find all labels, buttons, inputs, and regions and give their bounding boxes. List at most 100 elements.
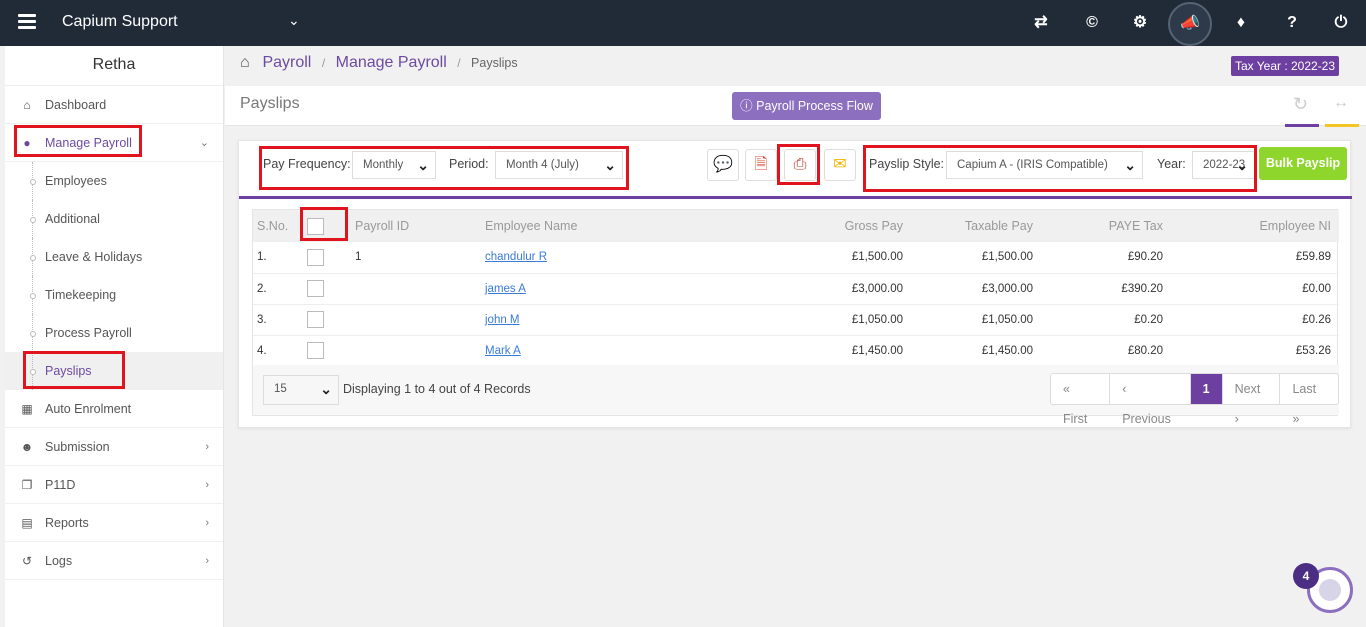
app-title[interactable]: Capium Support	[62, 13, 178, 31]
capium-icon[interactable]: ©	[1081, 12, 1103, 34]
sidebar-subitem-label: Leave & Holidays	[45, 250, 143, 264]
cell-employee-name: john M	[481, 304, 751, 335]
sidebar-item-auto-enrolment[interactable]: ▦ Auto Enrolment	[5, 390, 223, 428]
cell-employee-ni: £0.00	[1302, 282, 1331, 295]
chevron-down-icon: ⌄	[1236, 157, 1248, 173]
employee-link[interactable]: james A	[485, 283, 526, 295]
cell-gross-pay: £3,000.00	[851, 282, 903, 295]
refresh-icon[interactable]: ↻	[1293, 94, 1308, 115]
sidebar-item-logs[interactable]: ↺ Logs ›	[5, 542, 223, 580]
cell-select	[303, 304, 351, 335]
table-row: 2. james A £3,000.00 £3,000.00 £390.20 £…	[253, 273, 1339, 304]
chevron-right-icon: ›	[205, 517, 209, 529]
sidebar-item-reports[interactable]: ▤ Reports ›	[5, 504, 223, 542]
employee-link[interactable]: Mark A	[485, 345, 521, 357]
period-select[interactable]: Month 4 (July) ⌄	[495, 151, 623, 179]
cell-sno: 4.	[257, 344, 267, 357]
pay-frequency-value: Monthly	[363, 159, 404, 171]
payslip-style-label: Payslip Style:	[869, 157, 945, 171]
breadcrumb-manage-payroll[interactable]: Manage Payroll	[336, 54, 447, 71]
ticket-icon[interactable]: ♦	[1230, 12, 1252, 34]
sidebar-item-submission[interactable]: ☻ Submission ›	[5, 428, 223, 466]
table-row: 4. Mark A £1,450.00 £1,450.00 £80.20 £53…	[253, 335, 1339, 366]
home-icon[interactable]: ⌂	[240, 54, 258, 72]
sidebar-subitem-process-payroll[interactable]: Process Payroll	[5, 314, 223, 352]
email-icon[interactable]: ✉	[824, 149, 856, 181]
sidebar-item-label: Logs	[45, 554, 73, 568]
cell-employee-name: Mark A	[481, 335, 751, 366]
page-1-button[interactable]: 1	[1190, 374, 1223, 404]
breadcrumb-separator: /	[321, 56, 326, 70]
print-icon[interactable]: ⎙	[784, 149, 816, 181]
apps-icon[interactable]: ⚙	[1129, 12, 1151, 34]
comment-icon[interactable]: 💬	[707, 149, 739, 181]
page-size-select[interactable]: 15 ⌄	[263, 375, 339, 405]
row-checkbox[interactable]	[307, 342, 324, 359]
payslips-panel: Pay Frequency: Monthly ⌄ Period: Month 4…	[238, 140, 1352, 428]
column-header: Taxable Pay	[964, 219, 1033, 233]
cell-employee-name: james A	[481, 273, 751, 304]
flow-button-label: Payroll Process Flow	[756, 99, 873, 113]
sidebar-subitem-leave-holidays[interactable]: Leave & Holidays	[5, 238, 223, 276]
column-header: Payroll ID	[355, 219, 410, 233]
report-icon: ▤	[21, 516, 33, 530]
period-value: Month 4 (July)	[506, 159, 579, 171]
page-title: Payslips	[240, 95, 300, 112]
next-page-button[interactable]: Next ›	[1223, 374, 1281, 426]
cell-sno: 2.	[257, 282, 267, 295]
chevron-down-icon[interactable]: ⌄	[288, 12, 300, 29]
pdf-icon[interactable]: 🗎	[745, 149, 777, 181]
info-icon: ⓘ	[740, 99, 753, 113]
sidebar-item-dashboard[interactable]: ⌂ Dashboard	[5, 86, 223, 124]
bulk-payslip-button[interactable]: Bulk Payslip	[1259, 147, 1347, 180]
expand-icon[interactable]: ↔	[1333, 94, 1349, 112]
breadcrumb: ⌂ Payroll / Manage Payroll / Payslips	[240, 54, 518, 76]
payroll-process-flow-button[interactable]: ⓘ Payroll Process Flow	[732, 92, 881, 120]
chat-icon	[1319, 579, 1341, 601]
pay-frequency-select[interactable]: Monthly ⌄	[352, 151, 436, 179]
sidebar-item-p11d[interactable]: ❐ P11D ›	[5, 466, 223, 504]
chat-notification-badge: 4	[1293, 563, 1319, 589]
first-page-button[interactable]: « First	[1051, 374, 1111, 426]
year-label: Year:	[1157, 157, 1186, 171]
cell-paye-tax: £0.20	[1134, 313, 1163, 326]
cell-payroll-id	[351, 304, 481, 335]
cell-employee-ni: £0.26	[1302, 313, 1331, 326]
employee-link[interactable]: chandulur R	[485, 251, 547, 263]
select-all-checkbox[interactable]	[307, 217, 324, 235]
breadcrumb-payroll[interactable]: Payroll	[262, 54, 311, 71]
menu-icon[interactable]	[18, 14, 36, 30]
row-checkbox[interactable]	[307, 311, 324, 328]
top-bar: Capium Support ⌄ ⇄ © ⚙ 📣 ♦ ? ⏻	[0, 0, 1366, 46]
sidebar: Retha ⌂ Dashboard ● Manage Payroll ⌄ Emp…	[5, 46, 224, 627]
sidebar-subitem-additional[interactable]: Additional	[5, 200, 223, 238]
transfer-icon[interactable]: ⇄	[1030, 12, 1052, 34]
cell-select	[303, 335, 351, 366]
employee-link[interactable]: john M	[485, 314, 520, 326]
sidebar-subitem-payslips[interactable]: Payslips	[5, 352, 223, 390]
help-icon[interactable]: ?	[1281, 12, 1303, 34]
payslips-table-container: S.No. Payroll ID Employee Name Gross Pay…	[252, 209, 1339, 426]
chevron-down-icon: ⌄	[417, 157, 429, 173]
sidebar-item-manage-payroll[interactable]: ● Manage Payroll ⌄	[5, 124, 223, 162]
power-icon[interactable]: ⏻	[1330, 12, 1352, 34]
previous-page-button[interactable]: ‹ Previous	[1110, 374, 1191, 426]
announcement-icon[interactable]: 📣	[1168, 2, 1212, 46]
cell-employee-ni: £59.89	[1295, 251, 1331, 264]
cell-sno: 3.	[257, 313, 267, 326]
payslip-style-value: Capium A - (IRIS Compatible)	[957, 159, 1108, 171]
chevron-down-icon: ⌄	[320, 381, 332, 397]
sidebar-subitem-timekeeping[interactable]: Timekeeping	[5, 276, 223, 314]
column-header: PAYE Tax	[1108, 219, 1163, 233]
divider	[239, 196, 1352, 199]
chevron-right-icon: ›	[205, 441, 209, 453]
row-checkbox[interactable]	[307, 248, 324, 266]
sidebar-subitem-employees[interactable]: Employees	[5, 162, 223, 200]
sidebar-subitem-label: Timekeeping	[45, 288, 117, 302]
pay-frequency-label: Pay Frequency:	[263, 157, 351, 171]
last-page-button[interactable]: Last »	[1280, 374, 1338, 426]
row-checkbox[interactable]	[307, 280, 324, 297]
payslip-style-select[interactable]: Capium A - (IRIS Compatible) ⌄	[946, 151, 1143, 179]
year-select[interactable]: 2022-23 ⌄	[1192, 151, 1255, 179]
table-row: 1. 1 chandulur R £1,500.00 £1,500.00 £90…	[253, 242, 1339, 273]
